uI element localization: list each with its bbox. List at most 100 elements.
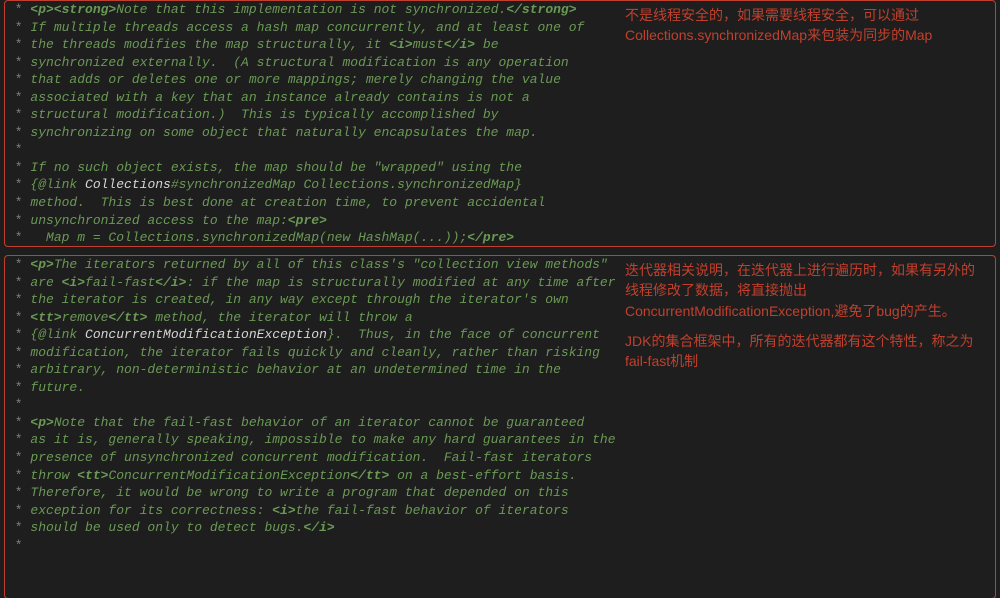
comment-star: * [7, 37, 23, 52]
code-segment: arbitrary, non-deterministic behavior at… [23, 362, 561, 377]
code-line: * <p>The iterators returned by all of th… [7, 256, 609, 274]
code-segment: modification, the iterator fails quickly… [23, 345, 600, 360]
comment-star: * [7, 292, 23, 307]
code-line: * are <i>fail-fast</i>: if the map is st… [7, 274, 609, 292]
code-segment: fail-fast [85, 275, 155, 290]
code-segment: on a best-effort basis. [389, 468, 576, 483]
code-line: * method. This is best done at creation … [7, 194, 609, 212]
comment-star: * [7, 468, 23, 483]
code-line: * <p>Note that the fail-fast behavior of… [7, 414, 609, 432]
code-segment: method. This is best done at creation ti… [23, 195, 546, 210]
annotated-block-1: * <p><strong>Note that this implementati… [4, 0, 996, 247]
code-line: * If no such object exists, the map shou… [7, 159, 609, 177]
code-line: * exception for its correctness: <i>the … [7, 502, 609, 520]
comment-star: * [7, 450, 23, 465]
comment-star: * [7, 213, 23, 228]
code-segment: <i> [62, 275, 85, 290]
comment-star: * [7, 125, 23, 140]
code-line: * structural modification.) This is typi… [7, 106, 609, 124]
code-segment: ConcurrentModificationException [85, 327, 327, 342]
code-segment: If no such object exists, the map should… [23, 160, 522, 175]
code-segment: {@link [30, 177, 85, 192]
comment-star: * [7, 520, 23, 535]
code-line: * future. [7, 379, 609, 397]
code-segment: <p> [30, 415, 53, 430]
comment-star: * [7, 380, 23, 395]
javadoc-code-2: * <p> The iterators returned by all of th… [5, 256, 615, 598]
code-line: * <p><strong>Note that this implementati… [7, 1, 609, 19]
code-segment: synchronized externally. (A structural m… [23, 55, 569, 70]
code-segment: associated with a key that an instance a… [23, 90, 530, 105]
code-line: * Therefore, it would be wrong to write … [7, 484, 609, 502]
code-segment: should be used only to detect bugs. [23, 520, 304, 535]
code-segment: } [327, 327, 335, 342]
comment-star: * [7, 230, 23, 245]
code-segment: {@link [30, 327, 85, 342]
code-line: * arbitrary, non-deterministic behavior … [7, 361, 609, 379]
code-line: * throw <tt>ConcurrentModificationExcept… [7, 467, 609, 485]
code-line: * presence of unsynchronized concurrent … [7, 449, 609, 467]
code-segment: Therefore, it would be wrong to write a … [23, 485, 569, 500]
code-line: * <tt>remove</tt> method, the iterator w… [7, 309, 609, 327]
code-segment: remove [62, 310, 109, 325]
code-segment: </i> [155, 275, 186, 290]
code-segment: <i> [272, 503, 295, 518]
comment-star: * [7, 310, 23, 325]
code-line: * associated with a key that an instance… [7, 89, 609, 107]
code-segment: If multiple threads access a hash map co… [23, 20, 585, 35]
code-segment: . Thus, in the face of concurrent [335, 327, 600, 342]
note-text: 迭代器相关说明，在迭代器上进行遍历时，如果有另外的线程修改了数据，将直接抛出Co… [625, 260, 985, 321]
code-segment: </i> [303, 520, 334, 535]
code-segment: are [23, 275, 62, 290]
code-line: * the iterator is created, in any way ex… [7, 291, 609, 309]
code-segment: <tt> [77, 468, 108, 483]
comment-star: * [7, 485, 23, 500]
javadoc-code-1: * <p><strong>Note that this implementati… [5, 1, 615, 246]
annotation-note-1: 不是线程安全的，如果需要线程安全，可以通过Collections.synchro… [615, 1, 995, 246]
code-segment: presence of unsynchronized concurrent mo… [23, 450, 593, 465]
code-segment: the iterator is created, in any way exce… [23, 292, 569, 307]
code-segment: ConcurrentModificationException [108, 468, 350, 483]
code-line: * [7, 396, 609, 414]
comment-star: * [7, 415, 23, 430]
code-line: * synchronized externally. (A structural… [7, 54, 609, 72]
code-segment: synchronizing on some object that natura… [23, 125, 538, 140]
note-text: JDK的集合框架中，所有的迭代器都有这个特性，称之为fail-fast机制 [625, 331, 985, 372]
code-segment: as it is, generally speaking, impossible… [23, 432, 615, 447]
code-line: * [7, 537, 609, 555]
code-segment: <tt> [30, 310, 61, 325]
code-segment: structural modification.) This is typica… [23, 107, 499, 122]
code-segment: The iterators returned by all of this cl… [54, 257, 608, 272]
code-line: * as it is, generally speaking, impossib… [7, 431, 609, 449]
code-segment: must [413, 37, 444, 52]
comment-star: * [7, 142, 23, 157]
note-text: 不是线程安全的，如果需要线程安全，可以通过Collections.synchro… [625, 5, 985, 46]
code-segment: <pre> [288, 213, 327, 228]
code-line: * should be used only to detect bugs.</i… [7, 519, 609, 537]
comment-star: * [7, 90, 23, 105]
code-line: * modification, the iterator fails quick… [7, 344, 609, 362]
comment-star: * [7, 177, 23, 192]
code-segment: the fail-fast behavior of iterators [296, 503, 569, 518]
comment-star: * [7, 538, 23, 553]
code-segment: unsynchronized access to the map: [23, 213, 288, 228]
code-segment: </pre> [467, 230, 514, 245]
code-segment: </tt> [108, 310, 147, 325]
code-segment: </tt> [350, 468, 389, 483]
comment-star: * [7, 275, 23, 290]
code-segment: <i> [389, 37, 412, 52]
annotation-note-2: 迭代器相关说明，在迭代器上进行遍历时，如果有另外的线程修改了数据，将直接抛出Co… [615, 256, 995, 598]
code-segment: </i> [444, 37, 475, 52]
code-line: * {@link Collections#synchronizedMap Col… [7, 176, 609, 194]
code-line: * If multiple threads access a hash map … [7, 19, 609, 37]
comment-star: * [7, 72, 23, 87]
comment-star: * [7, 20, 23, 35]
code-line: * {@link ConcurrentModificationException… [7, 326, 609, 344]
code-segment: that adds or deletes one or more mapping… [23, 72, 561, 87]
code-segment: be [475, 37, 498, 52]
code-segment: Note that this implementation is not syn… [116, 2, 506, 17]
comment-star: * [7, 257, 23, 272]
code-segment: <p><strong> [30, 2, 116, 17]
comment-star: * [7, 397, 23, 412]
code-segment: Note that the fail-fast behavior of an i… [54, 415, 585, 430]
